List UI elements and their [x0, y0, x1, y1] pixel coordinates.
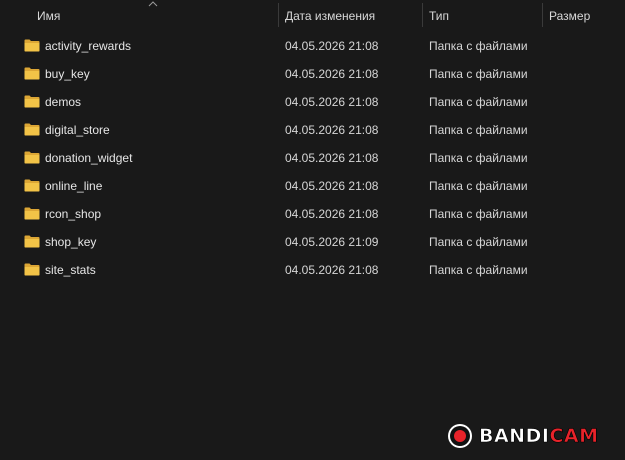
watermark-text-main: BANDI: [479, 425, 550, 448]
file-name: activity_rewards: [45, 39, 132, 53]
file-date: 04.05.2026 21:08: [285, 95, 379, 109]
column-header-date[interactable]: Дата изменения: [278, 0, 422, 30]
file-type: Папка с файлами: [429, 95, 528, 109]
bandicam-watermark: BANDICAM: [447, 422, 599, 450]
file-row[interactable]: activity_rewards 04.05.2026 21:08 Папка с …: [0, 32, 625, 60]
file-row[interactable]: digital_store 04.05.2026 21:08 Папка с фай…: [0, 116, 625, 144]
file-name: donation_widget: [45, 151, 133, 165]
file-explorer: Имя Дата изменения Тип Размер activity_r…: [0, 0, 625, 460]
file-date: 04.05.2026 21:08: [285, 263, 379, 277]
file-row[interactable]: buy_key 04.05.2026 21:08 Папка с файлами: [0, 60, 625, 88]
file-type: Папка с файлами: [429, 235, 528, 249]
folder-icon: [24, 95, 40, 108]
column-header-bar: Имя Дата изменения Тип Размер: [0, 0, 625, 30]
file-row[interactable]: rcon_shop 04.05.2026 21:08 Папка с файлами: [0, 200, 625, 228]
folder-icon: [24, 207, 40, 220]
folder-icon: [24, 235, 40, 248]
file-date: 04.05.2026 21:09: [285, 235, 379, 249]
file-name: rcon_shop: [45, 207, 102, 221]
folder-icon: [24, 179, 40, 192]
file-row[interactable]: site_stats 04.05.2026 21:08 Папка с файлам…: [0, 256, 625, 284]
folder-icon: [24, 151, 40, 164]
file-date: 04.05.2026 21:08: [285, 207, 379, 221]
file-type: Папка с файлами: [429, 179, 528, 193]
file-date: 04.05.2026 21:08: [285, 151, 379, 165]
watermark-text-accent: CAM: [549, 425, 599, 448]
column-header-name[interactable]: Имя: [30, 0, 278, 30]
file-name: demos: [45, 95, 82, 109]
file-row[interactable]: donation_widget 04.05.2026 21:08 Папка с ф…: [0, 144, 625, 172]
file-name: site_stats: [45, 263, 96, 277]
file-row[interactable]: online_line 04.05.2026 21:08 Папка с файла…: [0, 172, 625, 200]
file-list: activity_rewards 04.05.2026 21:08 Папка с …: [0, 32, 625, 284]
folder-icon: [24, 67, 40, 80]
watermark-text: BANDICAM: [479, 425, 599, 448]
file-date: 04.05.2026 21:08: [285, 179, 379, 193]
file-type: Папка с файлами: [429, 207, 528, 221]
file-type: Папка с файлами: [429, 263, 528, 277]
record-icon: [448, 424, 472, 448]
file-row[interactable]: shop_key 04.05.2026 21:09 Папка с файлами: [0, 228, 625, 256]
file-row[interactable]: demos 04.05.2026 21:08 Папка с файлами: [0, 88, 625, 116]
file-type: Папка с файлами: [429, 39, 528, 53]
file-date: 04.05.2026 21:08: [285, 123, 379, 137]
file-type: Папка с файлами: [429, 123, 528, 137]
file-date: 04.05.2026 21:08: [285, 67, 379, 81]
file-name: digital_store: [45, 123, 110, 137]
column-header-type[interactable]: Тип: [422, 0, 542, 30]
folder-icon: [24, 123, 40, 136]
folder-icon: [24, 39, 40, 52]
file-type: Папка с файлами: [429, 67, 528, 81]
file-name: shop_key: [45, 235, 97, 249]
file-type: Папка с файлами: [429, 151, 528, 165]
column-header-size[interactable]: Размер: [542, 0, 625, 30]
file-date: 04.05.2026 21:08: [285, 39, 379, 53]
file-name: buy_key: [45, 67, 90, 81]
file-name: online_line: [45, 179, 103, 193]
folder-icon: [24, 263, 40, 276]
